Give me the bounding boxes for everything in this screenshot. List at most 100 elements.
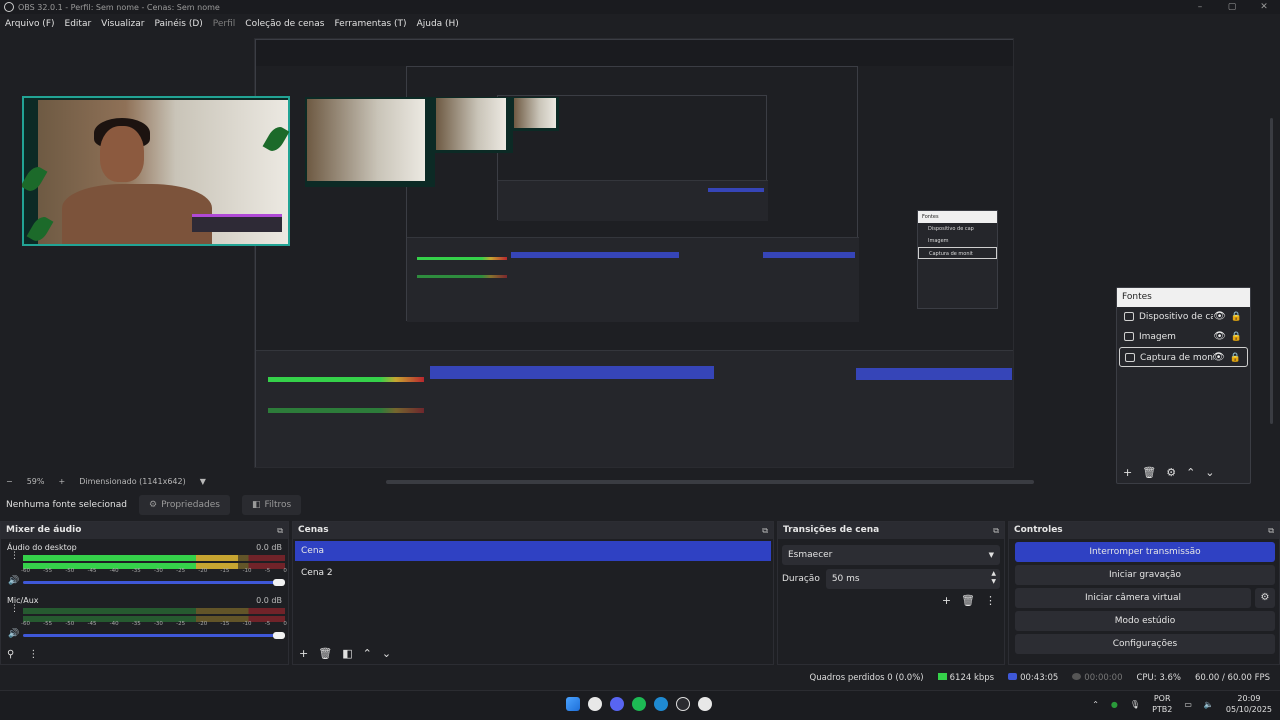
volume-slider-thumb[interactable] xyxy=(273,632,285,639)
microphone-icon[interactable]: 🎙 xyxy=(1130,700,1140,709)
meter-tick: 0 xyxy=(283,568,287,574)
menu-editar[interactable]: Editar xyxy=(65,19,92,29)
gear-icon[interactable]: ⚙ xyxy=(1166,466,1176,479)
speaker-icon[interactable]: 🔊 xyxy=(8,629,19,639)
add-icon[interactable]: + xyxy=(299,647,308,660)
chevron-down-icon[interactable]: ⌄ xyxy=(1205,466,1214,479)
spotify-icon[interactable] xyxy=(632,697,646,711)
menu-colecao-cenas[interactable]: Coleção de cenas xyxy=(245,19,324,29)
source-item[interactable]: Imagem 👁 🔒 xyxy=(1119,327,1248,347)
scenes-toolbar: + 🗑 ◧ ⌃ ⌄ xyxy=(299,647,391,660)
zoom-out-icon[interactable]: − xyxy=(6,477,13,486)
mixer-channel-mic: Mic/Aux 0.0 dB ⋮ -60 -55 -50 -45 -40 -35 -30 -2… xyxy=(7,596,287,639)
meter-tick: -5 xyxy=(264,568,271,574)
speaker-icon[interactable]: 🔈 xyxy=(1204,700,1214,709)
channel-menu-icon[interactable]: ⋮ xyxy=(10,552,19,561)
nested-fontes-dock: Fontes Dispositivo de cap Imagem Captura… xyxy=(917,210,998,309)
mixer-menu-icon[interactable]: ⋮ xyxy=(28,649,38,660)
add-icon[interactable]: + xyxy=(1123,466,1132,479)
undock-icon[interactable]: ⧉ xyxy=(993,522,999,539)
filters-button[interactable]: ◧ Filtros xyxy=(241,495,302,515)
channel-menu-icon[interactable]: ⋮ xyxy=(10,605,19,614)
clock[interactable]: 20:09 05/10/2025 xyxy=(1226,693,1272,715)
windows-start-icon[interactable] xyxy=(566,697,580,711)
volume-slider-thumb[interactable] xyxy=(273,579,285,586)
volume-meter xyxy=(23,555,285,561)
tray-chevron-up-icon[interactable]: ⌃ xyxy=(1092,700,1099,709)
maximize-icon[interactable]: ▢ xyxy=(1216,0,1248,14)
meter-tick: -50 xyxy=(65,568,75,574)
chevron-up-icon[interactable]: ⌃ xyxy=(363,647,372,660)
menu-ferramentas[interactable]: Ferramentas (T) xyxy=(334,19,406,29)
menu-ajuda[interactable]: Ajuda (H) xyxy=(417,19,459,29)
obs-taskbar-icon[interactable] xyxy=(676,697,690,711)
volume-slider[interactable] xyxy=(23,632,285,639)
lock-icon[interactable]: 🔒 xyxy=(1230,348,1241,366)
undock-icon[interactable]: ⧉ xyxy=(762,522,768,539)
sources-dock-title[interactable]: Fontes xyxy=(1117,288,1250,307)
scenes-dock: Cenas ⧉ Cena Cena 2 + 🗑 ◧ ⌃ ⌄ xyxy=(292,521,774,665)
camera-icon xyxy=(1124,312,1134,321)
visibility-eye-icon[interactable]: 👁 xyxy=(1213,307,1226,327)
settings-button[interactable]: Configurações xyxy=(1015,634,1275,654)
add-icon[interactable]: + xyxy=(942,594,951,607)
stop-streaming-button[interactable]: Interromper transmissão xyxy=(1015,542,1275,562)
title-bar: OBS 32.0.1 - Perfil: Sem nome - Cenas: S… xyxy=(0,0,1280,14)
chevron-up-icon[interactable]: ⌃ xyxy=(1186,466,1195,479)
language-indicator[interactable]: POR PTB2 xyxy=(1152,693,1172,715)
app-icon-1[interactable] xyxy=(588,697,602,711)
duration-input[interactable]: 50 ms ▲ ▼ xyxy=(825,569,1000,589)
properties-button[interactable]: ⚙ Propriedades xyxy=(138,495,230,515)
volume-slider[interactable] xyxy=(23,579,285,586)
source-item[interactable]: Dispositivo de cap 👁 🔒 xyxy=(1119,307,1248,327)
trash-icon[interactable]: 🗑 xyxy=(318,647,332,660)
link-icon[interactable]: ⚲ xyxy=(7,649,14,660)
display-icon[interactable]: ▭ xyxy=(1184,700,1192,709)
menu-visualizar[interactable]: Visualizar xyxy=(101,19,144,29)
start-recording-button[interactable]: Iniciar gravação xyxy=(1015,565,1275,585)
visibility-eye-icon[interactable]: 👁 xyxy=(1213,327,1226,347)
spin-arrows-icon[interactable]: ▲ ▼ xyxy=(991,570,996,586)
tray-app-icon[interactable]: ● xyxy=(1111,700,1118,709)
webcam-echo-2 xyxy=(435,97,513,153)
vertical-scrollbar[interactable] xyxy=(1270,118,1273,424)
start-virtual-camera-button[interactable]: Iniciar câmera virtual xyxy=(1015,588,1251,608)
undock-icon[interactable]: ⧉ xyxy=(277,522,283,539)
menu-arquivo[interactable]: Arquivo (F) xyxy=(5,19,55,29)
trash-icon[interactable]: 🗑 xyxy=(1142,466,1156,479)
minimize-icon[interactable]: – xyxy=(1184,0,1216,14)
undock-icon[interactable]: ⧉ xyxy=(1268,522,1274,539)
scale-dropdown-icon[interactable]: ▼ xyxy=(200,477,206,486)
transition-select[interactable]: Esmaecer ▼ xyxy=(782,545,1000,565)
meter-tick: -55 xyxy=(43,621,53,627)
menu-perfil[interactable]: Perfil xyxy=(213,19,236,29)
monitor-icon xyxy=(1125,353,1135,362)
speaker-icon[interactable]: 🔊 xyxy=(8,576,19,586)
scene-item-cena-2[interactable]: Cena 2 xyxy=(295,563,771,583)
scenes-title: Cenas xyxy=(298,525,329,535)
scene-item-cena[interactable]: Cena xyxy=(295,541,771,561)
chevron-down-icon: ▼ xyxy=(988,551,994,559)
zoom-in-icon[interactable]: + xyxy=(58,477,65,486)
visibility-eye-icon[interactable]: 👁 xyxy=(1212,348,1225,366)
close-icon[interactable]: ✕ xyxy=(1248,0,1280,14)
studio-mode-button[interactable]: Modo estúdio xyxy=(1015,611,1275,631)
app-icon-2[interactable] xyxy=(698,697,712,711)
preview-area[interactable]: Fontes Dispositivo de cap Imagem Captura… xyxy=(0,34,1280,484)
trash-icon[interactable]: 🗑 xyxy=(961,594,975,607)
filter-icon[interactable]: ◧ xyxy=(342,647,352,660)
sources-dock: Fontes Dispositivo de cap 👁 🔒 Imagem 👁 🔒… xyxy=(1116,287,1251,484)
lock-icon[interactable]: 🔒 xyxy=(1231,327,1242,347)
source-item-selected[interactable]: Captura de monitc 👁 🔒 xyxy=(1119,347,1248,367)
webcam-capture xyxy=(22,96,290,246)
discord-icon[interactable] xyxy=(610,697,624,711)
fps: 60.00 / 60.00 FPS xyxy=(1194,673,1270,683)
chevron-down-icon[interactable]: ⌄ xyxy=(382,647,391,660)
lock-icon[interactable]: 🔒 xyxy=(1231,307,1242,327)
gear-icon[interactable]: ⚙ xyxy=(1255,588,1275,608)
transition-menu-icon[interactable]: ⋮ xyxy=(985,594,996,607)
edge-icon[interactable] xyxy=(654,697,668,711)
menu-paineis[interactable]: Painéis (D) xyxy=(154,19,202,29)
gear-icon: ⚙ xyxy=(148,500,158,510)
meter-tick: -60 xyxy=(21,621,30,627)
